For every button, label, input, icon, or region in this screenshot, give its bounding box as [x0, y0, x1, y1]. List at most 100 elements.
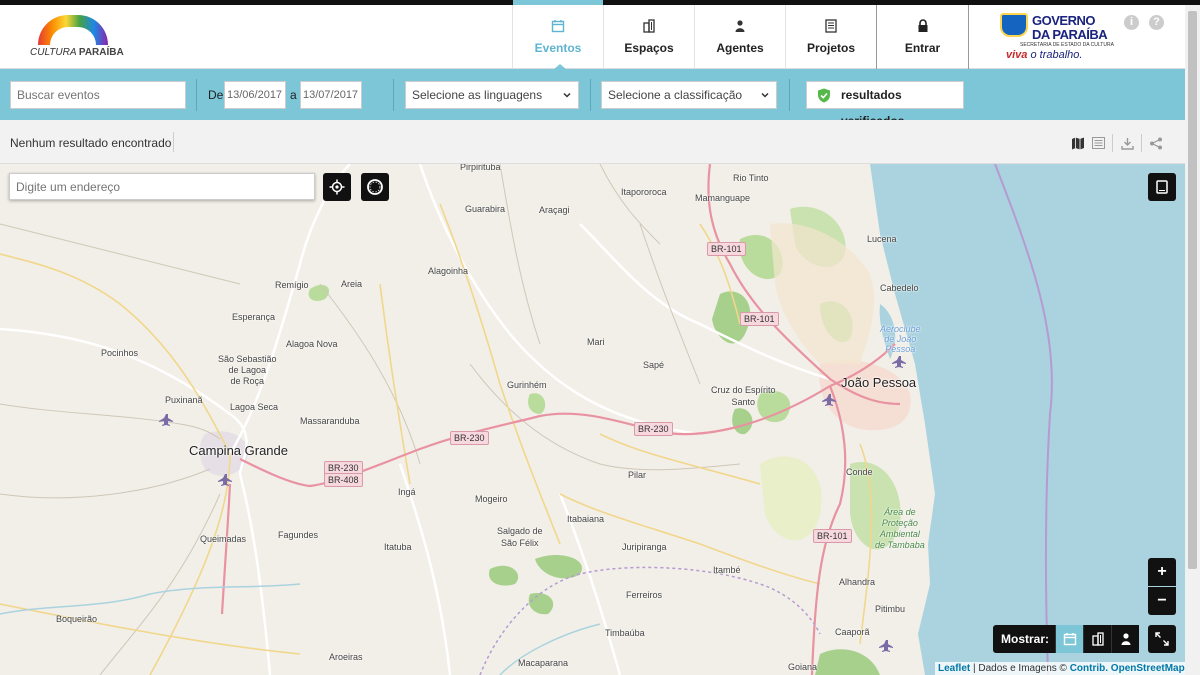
leaflet-link[interactable]: Leaflet — [938, 663, 970, 674]
filter-bar: De 13/06/2017 a 13/07/2017 Selecione as … — [0, 69, 1185, 128]
tab-espacos[interactable]: Espaços — [603, 5, 694, 69]
map-label: Itatuba — [384, 542, 412, 552]
map-label: Ferreiros — [626, 590, 663, 600]
gov-secretaria: SECRETARIA DE ESTADO DA CULTURA — [1020, 42, 1114, 48]
map-label: Pilar — [628, 470, 647, 480]
map-label: Salgado de São Félix — [497, 526, 543, 548]
map-label: Sapé — [643, 360, 665, 370]
main-nav: Eventos Espaços Agentes Projetos Entrar — [512, 0, 969, 70]
map-label: João Pessoa — [841, 375, 917, 390]
download-button[interactable] — [1117, 133, 1137, 153]
map-label: Itapororoca — [621, 187, 667, 197]
map-label: Pirpirituba — [460, 164, 501, 172]
map-label: Aroeiras — [329, 652, 363, 662]
show-events-toggle[interactable] — [1055, 625, 1084, 653]
tab-eventos[interactable]: Eventos — [512, 0, 603, 70]
search-events-input[interactable] — [10, 81, 186, 109]
map-label: Goiana — [788, 662, 818, 672]
road-shield: BR-230 — [634, 422, 673, 436]
logo-text-post: PARAÍBA — [78, 47, 124, 58]
languages-select[interactable]: Selecione as linguagens — [405, 81, 579, 109]
date-to-label: a — [290, 88, 297, 102]
zoom-in-button[interactable]: + — [1148, 558, 1176, 586]
map-label: Alagoinha — [428, 266, 469, 276]
map-label: Cruz do Espírito Santo — [711, 385, 776, 407]
show-agents-toggle[interactable] — [1111, 625, 1139, 653]
map-base — [0, 164, 1185, 675]
verified-results-toggle[interactable]: resultados verificados — [806, 81, 964, 128]
map-view-button[interactable] — [1068, 133, 1088, 153]
map-view[interactable]: Pirpirituba Rio Tinto Itapororoca Mamang… — [0, 164, 1185, 675]
address-search-input[interactable] — [9, 173, 315, 200]
list-view-button[interactable] — [1088, 133, 1108, 153]
list-icon — [1091, 137, 1105, 149]
governo-paraiba-logo[interactable]: GOVERNO DA PARAÍBA SECRETARIA DE ESTADO … — [1000, 11, 1114, 67]
gov-line1: GOVERNO — [1032, 13, 1095, 28]
help-icon[interactable]: ? — [1149, 15, 1164, 30]
tab-projetos[interactable]: Projetos — [785, 5, 876, 69]
help-icons: i ? — [1124, 15, 1164, 30]
show-spaces-toggle[interactable] — [1083, 625, 1111, 653]
map-label: Rio Tinto — [733, 173, 769, 183]
person-icon — [1121, 633, 1131, 645]
document-icon — [825, 19, 837, 33]
map-label: Lucena — [867, 234, 897, 244]
info-icon[interactable]: i — [1124, 15, 1139, 30]
languages-select-value: Selecione as linguagens — [412, 88, 543, 102]
crosshair-icon — [329, 179, 345, 195]
share-button[interactable] — [1146, 133, 1166, 153]
page-scrollbar[interactable] — [1185, 5, 1200, 675]
date-from-input[interactable]: 13/06/2017 — [224, 81, 286, 109]
expand-icon — [1155, 632, 1169, 646]
tab-agentes[interactable]: Agentes — [694, 5, 785, 69]
tab-espacos-label: Espaços — [624, 41, 674, 55]
locate-me-button[interactable] — [323, 173, 351, 201]
circle-target-icon — [367, 179, 383, 195]
show-filter-toolbar: Mostrar: — [993, 625, 1140, 653]
share-icon — [1150, 137, 1162, 149]
map-label: Itambé — [713, 565, 741, 575]
download-icon — [1120, 137, 1134, 150]
map-label: Esperança — [232, 312, 276, 322]
lock-icon — [918, 19, 927, 32]
view-tools — [1068, 133, 1166, 153]
map-label: Remígio — [275, 280, 309, 290]
tab-entrar[interactable]: Entrar — [876, 5, 969, 69]
map-label: Mari — [587, 337, 605, 347]
radius-search-button[interactable] — [361, 173, 389, 201]
date-from-label: De — [208, 88, 224, 102]
road-shield: BR-101 — [813, 529, 852, 543]
shield-check-icon — [818, 88, 830, 103]
result-divider — [173, 132, 174, 152]
map-icon — [1072, 137, 1084, 149]
classification-select[interactable]: Selecione a classificação — [601, 81, 777, 109]
filter-divider — [393, 79, 394, 111]
chevron-down-icon — [761, 92, 769, 98]
show-label: Mostrar: — [1001, 632, 1050, 646]
map-label: São Sebastião de Lagoa de Roça — [218, 354, 277, 386]
cultura-paraiba-logo[interactable]: CULTURA PARAÍBA — [30, 11, 124, 65]
map-label: Juripiranga — [622, 542, 667, 552]
map-label: Itabaiana — [567, 514, 605, 524]
site-header: CULTURA PARAÍBA Eventos Espaços Agentes … — [0, 0, 1185, 70]
gov-slogan-a: viva — [1006, 49, 1028, 61]
toggle-panel-button[interactable] — [1148, 173, 1176, 201]
map-label: Conde — [846, 467, 873, 477]
map-label: Guarabira — [465, 204, 506, 214]
fullscreen-button[interactable] — [1148, 625, 1176, 653]
map-label: Aeroclube de João Pessoa — [880, 324, 921, 354]
result-bar: Nenhum resultado encontrado — [0, 120, 1185, 164]
date-to-input[interactable]: 13/07/2017 — [300, 81, 362, 109]
scrollbar-thumb[interactable] — [1188, 11, 1197, 569]
map-label: Mogeiro — [475, 494, 508, 504]
logo-text-pre: CULTURA — [30, 47, 77, 58]
result-status: Nenhum resultado encontrado — [10, 136, 172, 150]
road-shield: BR-408 — [324, 473, 363, 487]
tab-entrar-label: Entrar — [904, 41, 941, 55]
filter-divider — [590, 79, 591, 111]
map-label: Pitimbu — [875, 604, 906, 614]
map-label: Alagoa Nova — [286, 339, 338, 349]
osm-link[interactable]: Contrib. OpenStreetMap — [1070, 663, 1185, 674]
zoom-out-button[interactable]: − — [1148, 587, 1176, 615]
map-label: Massaranduba — [300, 416, 360, 426]
